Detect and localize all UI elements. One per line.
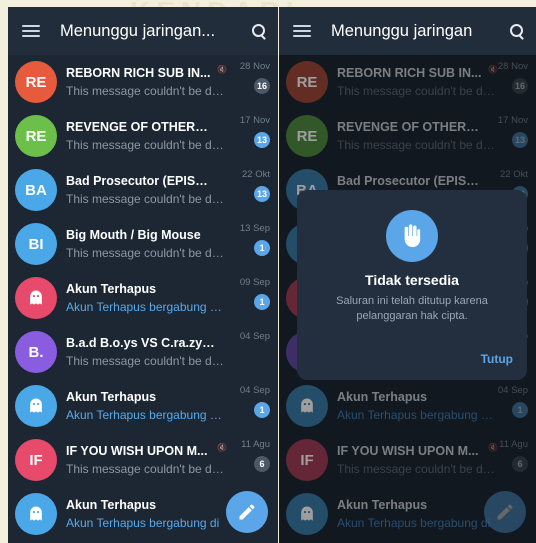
chat-right-col: 04 Sep — [240, 331, 270, 342]
app-bar: Menunggu jaringan... — [8, 7, 278, 55]
hand-stop-icon — [386, 210, 438, 262]
app-bar-right: Menunggu jaringan — [279, 7, 536, 55]
chat-avatar: RE — [15, 115, 57, 157]
chat-row[interactable]: Akun Terhapus Akun Terhapus bergabung di … — [8, 379, 278, 433]
chat-row[interactable]: RE 🔇 REBORN RICH SUB IN... This message cou… — [8, 55, 278, 109]
chat-name: REBORN RICH SUB IN... — [66, 66, 211, 80]
chat-avatar: B. — [15, 331, 57, 373]
dialog-title: Tidak tersedia — [365, 272, 459, 288]
chat-right-col: 09 Sep 1 — [240, 277, 270, 310]
chat-preview: This message couldn't be displaye... — [66, 354, 226, 368]
chat-preview: This message couldn't be dis... — [66, 192, 226, 206]
chat-time: 22 Okt — [242, 169, 270, 180]
chat-name: Akun Terhapus — [66, 498, 157, 512]
close-button[interactable]: Tutup — [481, 352, 513, 366]
chat-preview: Akun Terhapus bergabung di — [66, 516, 220, 530]
unread-badge: 16 — [254, 78, 270, 94]
chat-row[interactable]: BI Big Mouth / Big Mouse This message coul… — [8, 217, 278, 271]
chat-name: Akun Terhapus — [66, 390, 157, 404]
mute-icon: 🔇 — [217, 443, 227, 452]
menu-icon[interactable] — [293, 25, 311, 37]
chat-time: 17 Nov — [239, 115, 270, 126]
chat-preview: This message couldn't be disp... — [66, 246, 226, 260]
chat-right-col: 13 Sep 1 — [240, 223, 270, 256]
unread-badge: 13 — [254, 186, 270, 202]
chat-name: Akun Terhapus — [66, 282, 157, 296]
chat-time: 13 Sep — [239, 223, 270, 234]
search-icon[interactable] — [250, 22, 268, 40]
search-icon[interactable] — [508, 22, 526, 40]
app-title: Menunggu jaringan... — [60, 21, 216, 40]
chat-time: 09 Sep — [239, 277, 270, 288]
chat-right-col: 17 Nov 13 — [240, 115, 270, 148]
chat-preview: This message couldn't be dis... — [66, 138, 226, 152]
chat-avatar: IF — [15, 439, 57, 481]
chat-avatar — [15, 277, 57, 319]
ghost-icon — [30, 290, 42, 305]
unread-badge: 1 — [254, 294, 270, 310]
chat-avatar — [15, 493, 57, 535]
chat-preview: This message couldn't be disp... — [66, 462, 226, 476]
unavailable-dialog: Tidak tersedia Saluran ini telah ditutup… — [297, 190, 527, 380]
menu-icon[interactable] — [22, 25, 40, 37]
chat-avatar: BI — [15, 223, 57, 265]
left-screen: Menunggu jaringan... RE 🔇 REBORN RICH SUB … — [8, 7, 278, 543]
ghost-icon — [30, 506, 42, 521]
unread-badge: 1 — [254, 402, 270, 418]
chat-preview: This message couldn't be dis... — [66, 84, 226, 98]
chat-name: REVENGE OF OTHERS (T... — [66, 120, 216, 134]
chat-avatar — [15, 385, 57, 427]
chat-right-col: 04 Sep 1 — [240, 385, 270, 418]
chat-row[interactable]: B. B.a.d B.o.ys VS C.ra.zy G... This messa… — [8, 325, 278, 379]
chat-name: IF YOU WISH UPON M... — [66, 444, 208, 458]
chat-avatar: RE — [15, 61, 57, 103]
chat-time: 28 Nov — [239, 61, 270, 72]
chat-row[interactable]: RE REVENGE OF OTHERS (T... This message co… — [8, 109, 278, 163]
chat-time: 11 Agu — [241, 439, 270, 450]
chat-row[interactable]: BA Bad Prosecutor (EPISOD... This message … — [8, 163, 278, 217]
chat-list: RE 🔇 REBORN RICH SUB IN... This message cou… — [8, 55, 278, 541]
unread-badge: 1 — [254, 240, 270, 256]
chat-preview: Akun Terhapus bergabung di T... — [66, 300, 226, 314]
compose-button[interactable] — [226, 491, 268, 533]
chat-right-col: 22 Okt 13 — [242, 169, 270, 202]
chat-time: 04 Sep — [239, 385, 270, 396]
chat-name: Bad Prosecutor (EPISOD... — [66, 174, 216, 188]
chat-row[interactable]: IF 🔇 IF YOU WISH UPON M... This message cou… — [8, 433, 278, 487]
mute-icon: 🔇 — [217, 65, 227, 74]
chat-preview: Akun Terhapus bergabung di T... — [66, 408, 226, 422]
chat-name: B.a.d B.o.ys VS C.ra.zy G... — [66, 336, 216, 350]
ghost-icon — [30, 398, 42, 413]
chat-right-col: 11 Agu 6 — [241, 439, 270, 472]
chat-row[interactable]: Akun Terhapus Akun Terhapus bergabung di … — [8, 271, 278, 325]
unread-badge: 6 — [254, 456, 270, 472]
pencil-icon — [239, 504, 255, 520]
unread-badge: 13 — [254, 132, 270, 148]
chat-right-col: 28 Nov 16 — [240, 61, 270, 94]
dialog-message: Saluran ini telah ditutup karena pelangg… — [336, 295, 488, 322]
chat-name: Big Mouth / Big Mouse — [66, 228, 201, 242]
chat-avatar: BA — [15, 169, 57, 211]
chat-time: 04 Sep — [239, 331, 270, 342]
right-screen: Menunggu jaringan RE 🔇 REBORN RICH SUB IN.… — [279, 7, 536, 543]
app-title-right: Menunggu jaringan — [331, 21, 473, 40]
